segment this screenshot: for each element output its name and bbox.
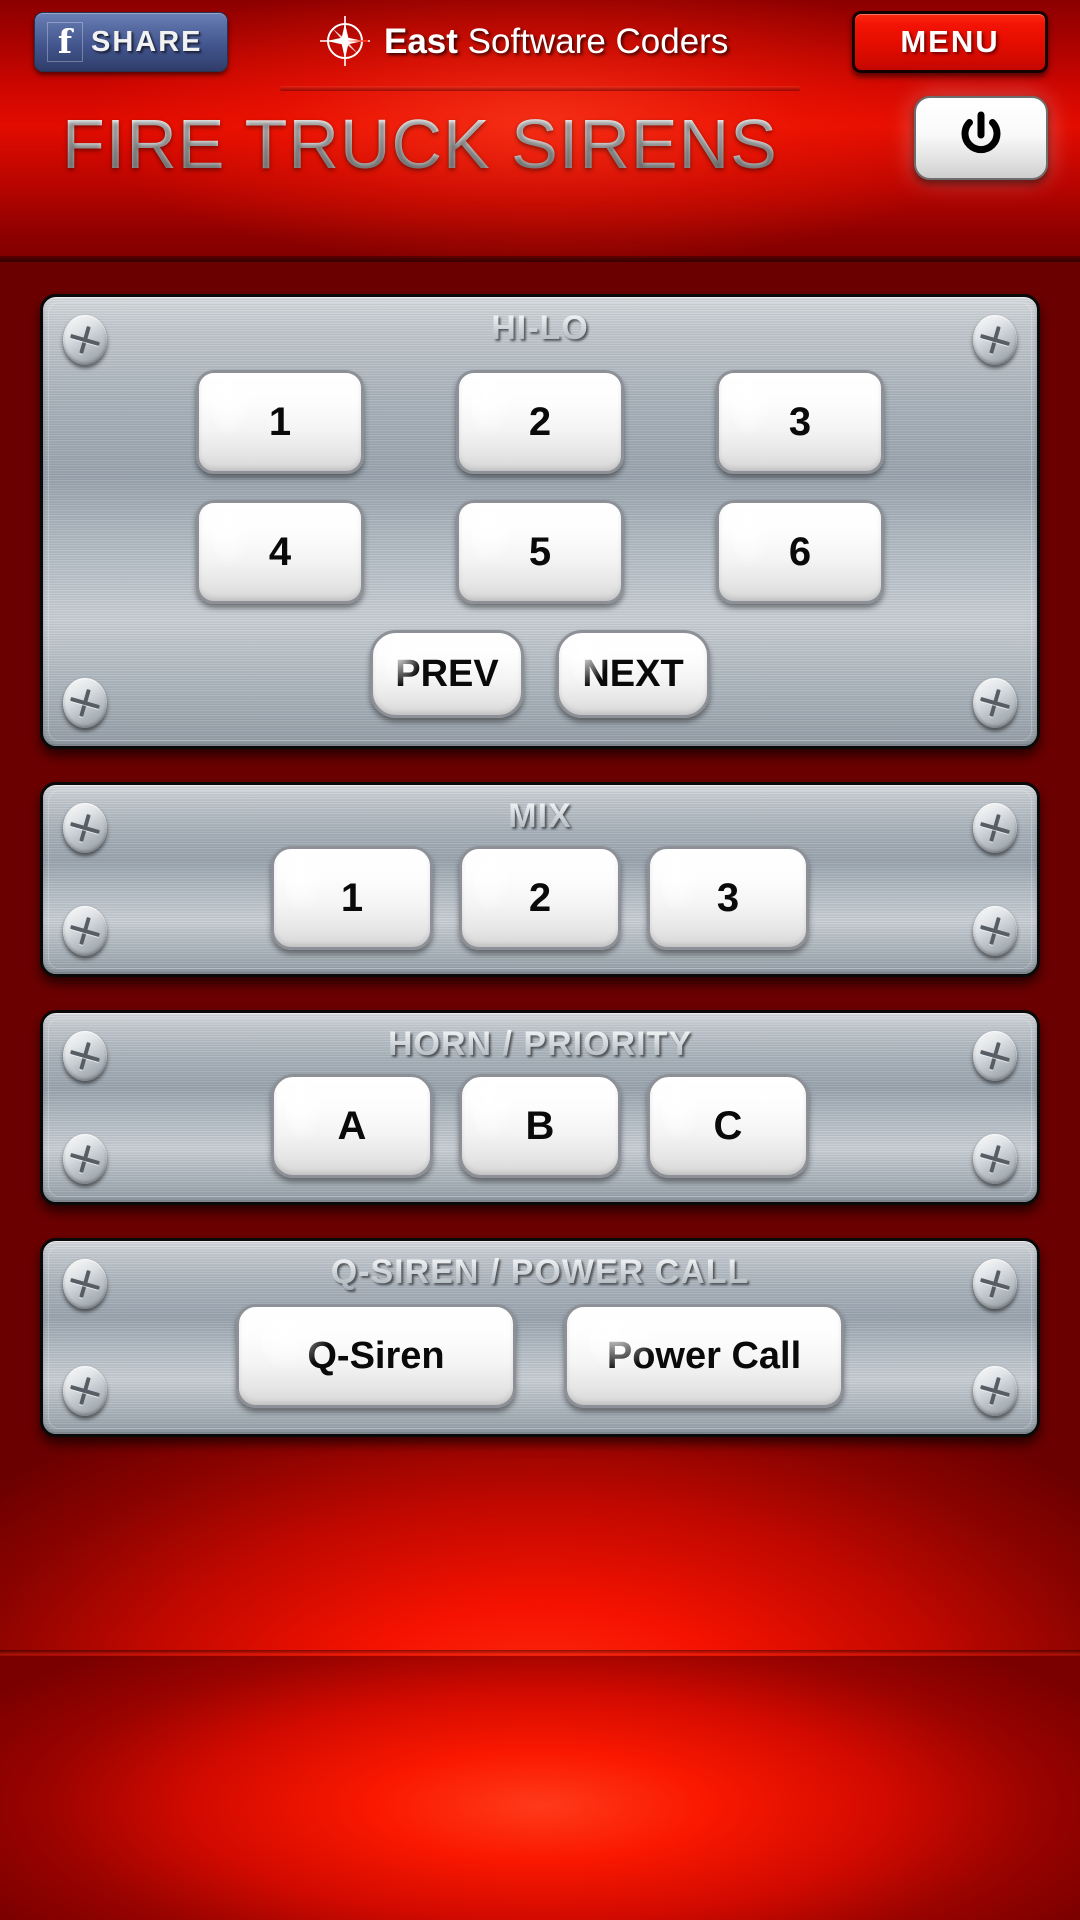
prev-button[interactable]: PREV (370, 630, 524, 718)
compass-rose-icon (318, 14, 372, 68)
screw-icon (63, 1259, 107, 1309)
hilo-button-row-1: 1 2 3 (43, 370, 1037, 474)
hilo-button-2[interactable]: 2 (456, 370, 624, 474)
hilo-button-row-2: 4 5 6 (43, 500, 1037, 604)
screw-icon (973, 1366, 1017, 1416)
screw-icon (973, 678, 1017, 728)
facebook-f-icon: f (47, 22, 83, 62)
facebook-share-label: SHARE (91, 25, 203, 58)
page-title: FIRE TRUCK SIRENS (62, 105, 778, 183)
hilo-button-5[interactable]: 5 (456, 500, 624, 604)
next-button[interactable]: NEXT (556, 630, 710, 718)
q-siren-button[interactable]: Q-Siren (236, 1304, 516, 1408)
screw-icon (973, 1134, 1017, 1184)
facebook-share-button[interactable]: f SHARE (34, 12, 228, 72)
horn-button-a[interactable]: A (271, 1074, 433, 1178)
power-button[interactable] (914, 96, 1048, 180)
menu-button-label: MENU (900, 24, 1000, 59)
screw-icon (63, 678, 107, 728)
power-icon (956, 111, 1006, 166)
horn-button-row: A B C (43, 1074, 1037, 1178)
panel-hilo: HI-LO 1 2 3 4 5 6 PREV NEXT (40, 294, 1040, 749)
panel-mix: MIX 1 2 3 (40, 782, 1040, 977)
horn-button-b[interactable]: B (459, 1074, 621, 1178)
mix-button-row: 1 2 3 (43, 846, 1037, 950)
screw-icon (63, 803, 107, 853)
mix-button-3[interactable]: 3 (647, 846, 809, 950)
brand-name-bold: East (384, 21, 458, 61)
screw-icon (63, 1031, 107, 1081)
hilo-button-3[interactable]: 3 (716, 370, 884, 474)
brand-logo: East Software Coders (318, 12, 728, 70)
screw-icon (63, 906, 107, 956)
screw-icon (63, 1366, 107, 1416)
app-header: f SHARE East Software Coders MENU FIRE T… (0, 0, 1080, 262)
panel-title-mix: MIX (43, 785, 1037, 840)
menu-button[interactable]: MENU (852, 11, 1048, 73)
horn-button-c[interactable]: C (647, 1074, 809, 1178)
footer-glow-area (0, 1656, 1080, 1920)
screw-icon (63, 1134, 107, 1184)
screw-icon (973, 1031, 1017, 1081)
screw-icon (63, 315, 107, 365)
hilo-button-6[interactable]: 6 (716, 500, 884, 604)
screw-icon (973, 906, 1017, 956)
power-call-button[interactable]: Power Call (564, 1304, 844, 1408)
panel-title-hilo: HI-LO (43, 297, 1037, 352)
qsiren-button-row: Q-Siren Power Call (43, 1304, 1037, 1408)
panel-horn-priority: HORN / PRIORITY A B C (40, 1010, 1040, 1205)
panel-qsiren-powercall: Q-SIREN / POWER CALL Q-Siren Power Call (40, 1238, 1040, 1437)
hilo-nav-row: PREV NEXT (43, 630, 1037, 718)
app-root: f SHARE East Software Coders MENU FIRE T… (0, 0, 1080, 1920)
panel-title-qsiren-powercall: Q-SIREN / POWER CALL (43, 1241, 1037, 1296)
hilo-button-4[interactable]: 4 (196, 500, 364, 604)
brand-text: East Software Coders (384, 24, 728, 59)
hilo-button-1[interactable]: 1 (196, 370, 364, 474)
screw-icon (973, 1259, 1017, 1309)
panel-title-horn-priority: HORN / PRIORITY (43, 1013, 1037, 1068)
screw-icon (973, 315, 1017, 365)
screw-icon (973, 803, 1017, 853)
mix-button-1[interactable]: 1 (271, 846, 433, 950)
main-content: HI-LO 1 2 3 4 5 6 PREV NEXT MIX 1 2 3 HO… (0, 262, 1080, 1656)
mix-button-2[interactable]: 2 (459, 846, 621, 950)
brand-name-light: Software Coders (457, 21, 729, 61)
brand-divider (280, 86, 800, 91)
